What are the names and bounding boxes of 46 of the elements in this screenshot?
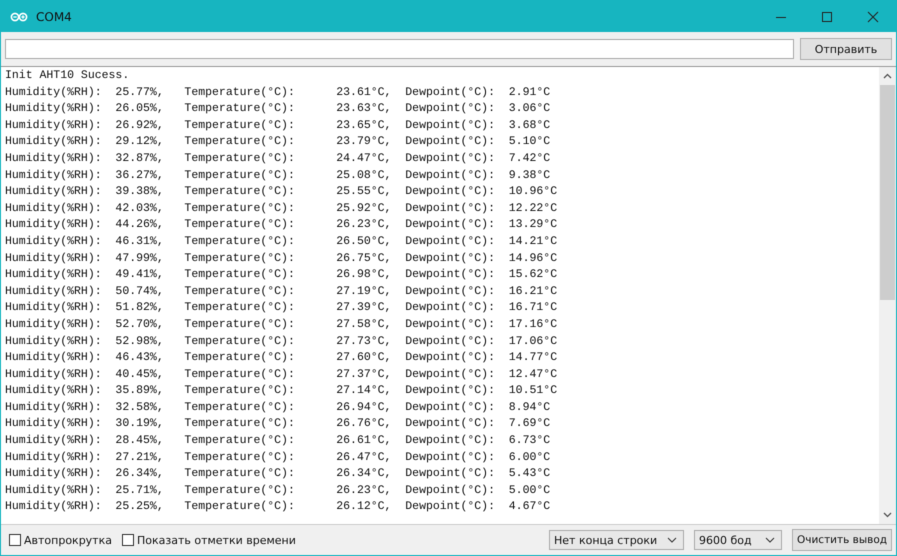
output-line: Humidity(%RH): 50.74%, Temperature(°C): 27.19°C, Dewpoint(°C): 16.21°C [5, 284, 558, 300]
scrollbar-thumb[interactable] [880, 85, 895, 300]
output-line: Humidity(%RH): 25.71%, Temperature(°C): 26.23°C, Dewpoint(°C): 5.00°C [5, 482, 552, 499]
infinity-logo-icon [10, 10, 28, 22]
output-line: Humidity(%RH): 36.27%, Temperature(°C): 25.08°C, Dewpoint(°C): 9.38°C [5, 168, 552, 184]
output-line: Humidity(%RH): 25.25%, Temperature(°C): 26.12°C, Dewpoint(°C): 4.67°C [5, 499, 552, 516]
scroll-down-icon[interactable] [883, 512, 892, 518]
output-line: Humidity(%RH): 46.43%, Temperature(°C): 27.60°C, Dewpoint(°C): 14.77°C [5, 350, 558, 366]
output-line: Init AHT10 Sucess. [5, 68, 130, 84]
maximize-icon[interactable] [821, 10, 833, 22]
scrollbar[interactable] [879, 67, 896, 524]
output-line: Humidity(%RH): 32.87%, Temperature(°C): 24.47°C, Dewpoint(°C): 7.42°C [5, 150, 552, 167]
send-button[interactable]: Отправить [800, 38, 892, 60]
checkbox-label[interactable]: Показать отметки времени [136, 534, 296, 546]
output-line: Humidity(%RH): 30.19%, Temperature(°C): 26.76°C, Dewpoint(°C): 7.69°C [5, 416, 552, 432]
close-icon[interactable] [867, 10, 879, 22]
output-line: Humidity(%RH): 29.12%, Temperature(°C): 23.79°C, Dewpoint(°C): 5.10°C [5, 134, 552, 150]
checkbox[interactable] [122, 534, 134, 546]
send-input-field[interactable] [5, 39, 794, 59]
output-line: Humidity(%RH): 32.58%, Temperature(°C): 26.94°C, Dewpoint(°C): 8.94°C [5, 400, 552, 416]
output-line: Humidity(%RH): 26.92%, Temperature(°C): 23.65°C, Dewpoint(°C): 3.68°C [5, 118, 552, 134]
output-line: Humidity(%RH): 52.70%, Temperature(°C): 27.58°C, Dewpoint(°C): 17.16°C [5, 316, 558, 333]
output-line: Humidity(%RH): 42.03%, Temperature(°C): 25.92°C, Dewpoint(°C): 12.22°C [5, 200, 558, 217]
output-line: Humidity(%RH): 28.45%, Temperature(°C): 26.61°C, Dewpoint(°C): 6.73°C [5, 433, 552, 450]
output-line: Humidity(%RH): 52.98%, Temperature(°C): 27.73°C, Dewpoint(°C): 17.06°C [5, 334, 558, 350]
output-line: Humidity(%RH): 39.38%, Temperature(°C): 25.55°C, Dewpoint(°C): 10.96°C [5, 184, 558, 200]
baud-rate-dropdown[interactable]: 9600 бод [694, 530, 782, 550]
chevron-down-icon [667, 537, 677, 543]
checkbox-label[interactable]: Автопрокрутка [24, 534, 112, 546]
output-line: Humidity(%RH): 40.45%, Temperature(°C): 27.37°C, Dewpoint(°C): 12.47°C [5, 366, 558, 383]
chevron-down-icon [765, 537, 775, 543]
scroll-up-icon[interactable] [883, 73, 892, 79]
checkbox[interactable] [9, 534, 21, 546]
output-line: Humidity(%RH): 25.77%, Temperature(°C): 23.61°C, Dewpoint(°C): 2.91°C [5, 84, 552, 101]
window-title: COM4 [36, 10, 72, 24]
output-line: Humidity(%RH): 26.34%, Temperature(°C): 26.34°C, Dewpoint(°C): 5.43°C [5, 466, 552, 482]
clear-output-button[interactable]: Очистить вывод [792, 529, 892, 551]
output-line: Humidity(%RH): 26.05%, Temperature(°C): 23.63°C, Dewpoint(°C): 3.06°C [5, 101, 552, 118]
output-line: Humidity(%RH): 49.41%, Temperature(°C): 26.98°C, Dewpoint(°C): 15.62°C [5, 267, 558, 284]
line-ending-dropdown[interactable]: Нет конца строки [549, 530, 684, 550]
output-line: Humidity(%RH): 47.99%, Temperature(°C): 26.75°C, Dewpoint(°C): 14.96°C [5, 250, 558, 267]
output-line: Humidity(%RH): 51.82%, Temperature(°C): 27.39°C, Dewpoint(°C): 16.71°C [5, 300, 558, 316]
output-line: Humidity(%RH): 44.26%, Temperature(°C): 26.23°C, Dewpoint(°C): 13.29°C [5, 217, 558, 234]
output-line: Humidity(%RH): 27.21%, Temperature(°C): 26.47°C, Dewpoint(°C): 6.00°C [5, 450, 552, 466]
output-line: Humidity(%RH): 46.31%, Temperature(°C): 26.50°C, Dewpoint(°C): 14.21°C [5, 234, 558, 250]
output-line: Humidity(%RH): 35.89%, Temperature(°C): 27.14°C, Dewpoint(°C): 10.51°C [5, 383, 558, 400]
